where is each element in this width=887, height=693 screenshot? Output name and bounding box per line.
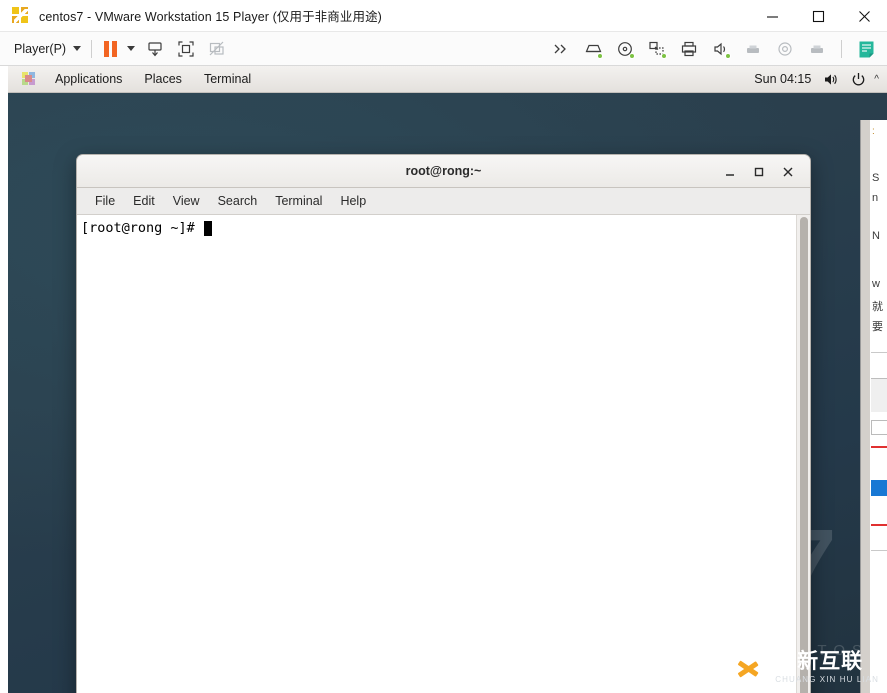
vm-guest-screen: Applications Places Terminal Sun 04:15 ^… (8, 66, 887, 693)
watermark-logo-icon (726, 647, 767, 687)
notes-icon[interactable] (857, 40, 875, 58)
terminal-maximize-button[interactable] (751, 164, 767, 180)
background-subpanel (871, 378, 887, 412)
power-icon[interactable] (850, 71, 867, 88)
background-fragment-6: 要 (872, 321, 883, 333)
toolbar-divider-2 (841, 39, 842, 58)
terminal-content-area[interactable]: [root@rong ~]# (77, 215, 810, 693)
panel-expand-chevron-icon[interactable]: ^ (874, 74, 879, 85)
terminal-title: root@rong:~ (405, 164, 482, 178)
enter-fullscreen-icon[interactable] (177, 40, 195, 58)
volume-icon[interactable] (822, 71, 839, 88)
printer-icon[interactable] (680, 40, 698, 58)
cd-dvd-drive-icon[interactable] (616, 40, 635, 59)
panel-menu-terminal[interactable]: Terminal (193, 66, 262, 92)
chevron-down-icon (73, 46, 82, 51)
background-accent-line-2 (871, 524, 887, 526)
terminal-scrollbar[interactable] (796, 215, 810, 693)
background-window-scrollbar[interactable] (861, 120, 870, 693)
vmware-window-title: centos7 - VMware Workstation 15 Player (… (39, 10, 382, 24)
terminal-menubar: File Edit View Search Terminal Help (77, 188, 810, 215)
background-window-edge[interactable]: : S n N w 就 要 (860, 120, 887, 693)
watermark-chinese: 创新互联 (775, 648, 864, 673)
background-fragment-4: w (872, 278, 880, 290)
sound-card-icon[interactable] (712, 40, 731, 59)
usb-device-1-icon[interactable] (744, 40, 762, 58)
player-menu-label: Player(P) (14, 41, 67, 56)
background-divider-2 (871, 550, 887, 551)
background-fragment-3: N (872, 230, 880, 242)
watermark: 创新互联 CHUANG XIN HU LIAN (726, 647, 879, 687)
background-input-field[interactable] (871, 420, 887, 435)
toolbar-left-icons (146, 40, 226, 58)
terminal-window-controls (722, 155, 804, 188)
background-fragment-1: S (872, 172, 880, 184)
panel-menu-places[interactable]: Places (133, 66, 193, 92)
terminal-close-button[interactable] (780, 164, 796, 180)
terminal-menu-help[interactable]: Help (331, 188, 375, 214)
terminal-menu-search[interactable]: Search (209, 188, 267, 214)
panel-status-area: Sun 04:15 ^ (754, 71, 881, 88)
send-ctrl-alt-del-icon[interactable] (146, 40, 164, 58)
vmware-player-window: centos7 - VMware Workstation 15 Player (… (0, 0, 887, 693)
terminal-menu-terminal[interactable]: Terminal (266, 188, 331, 214)
toolbar-divider-1 (91, 39, 93, 58)
panel-clock[interactable]: Sun 04:15 (754, 72, 811, 86)
terminal-prompt-text: [root@rong ~]# (81, 220, 203, 236)
panel-menu-applications[interactable]: Applications (44, 66, 133, 92)
background-fragment-5: 就 (872, 301, 883, 313)
maximize-button[interactable] (795, 0, 841, 32)
network-adapter-icon[interactable] (584, 40, 603, 59)
minimize-button[interactable] (749, 0, 795, 32)
centos-desktop: 7 ENTOS : S n N w 就 要 (8, 93, 887, 693)
watermark-pinyin: CHUANG XIN HU LIAN (775, 674, 879, 684)
vmware-icon (12, 6, 30, 25)
terminal-scrollbar-thumb[interactable] (800, 217, 808, 693)
terminal-minimize-button[interactable] (722, 164, 738, 180)
gnome-top-panel: Applications Places Terminal Sun 04:15 ^ (8, 66, 887, 93)
player-menu-button[interactable]: Player(P) (14, 41, 82, 56)
background-divider-1 (871, 352, 887, 353)
vmware-titlebar: centos7 - VMware Workstation 15 Player (… (0, 0, 887, 32)
gnome-applications-icon (21, 71, 37, 87)
bluetooth-icon[interactable] (776, 40, 794, 58)
background-fragment-0: : (872, 126, 875, 137)
terminal-prompt-line: [root@rong ~]# (81, 220, 212, 237)
background-fragment-2: n (872, 192, 879, 204)
terminal-menu-file[interactable]: File (86, 188, 124, 214)
usb-device-2-icon[interactable] (808, 40, 826, 58)
gnome-terminal-window: root@rong:~ File Edit View Search Termin… (76, 154, 811, 693)
terminal-menu-view[interactable]: View (164, 188, 209, 214)
terminal-titlebar: root@rong:~ (77, 155, 810, 188)
shared-folders-icon[interactable] (648, 40, 667, 59)
toolbar-right-icons (552, 39, 875, 59)
expand-devices-icon[interactable] (552, 40, 570, 58)
background-accent-line-1 (871, 446, 887, 448)
background-selection-block[interactable] (871, 480, 887, 496)
pause-button[interactable] (104, 40, 118, 57)
terminal-cursor (203, 221, 212, 236)
close-button[interactable] (841, 0, 887, 32)
terminal-menu-edit[interactable]: Edit (124, 188, 164, 214)
vmware-toolbar: Player(P) (0, 32, 887, 66)
vmware-window-controls (749, 0, 887, 32)
unity-mode-icon[interactable] (208, 40, 226, 58)
watermark-text: 创新互联 CHUANG XIN HU LIAN (775, 648, 879, 684)
pause-dropdown-chevron-icon[interactable] (127, 46, 136, 51)
